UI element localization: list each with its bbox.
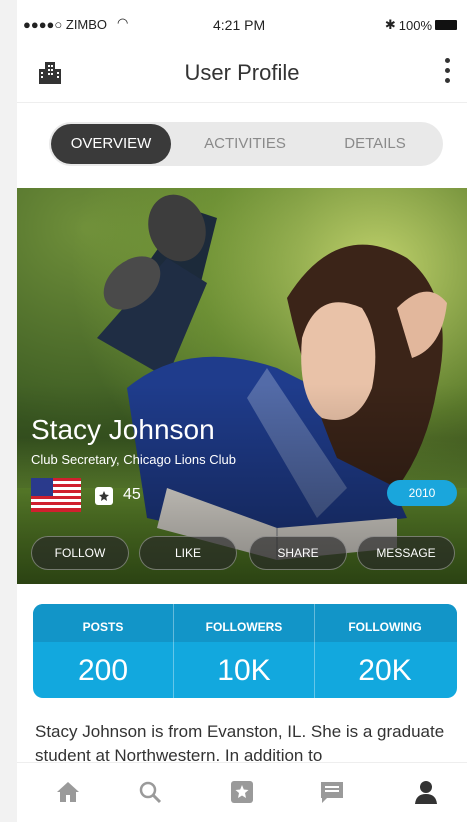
badge-icon bbox=[95, 487, 113, 505]
profile-cover-photo: Stacy Johnson Club Secretary, Chicago Li… bbox=[17, 188, 467, 584]
stat-label: POSTS bbox=[82, 620, 124, 634]
tab-overview[interactable]: OVERVIEW bbox=[51, 124, 171, 164]
stat-value: 200 bbox=[77, 654, 129, 687]
us-flag-icon bbox=[31, 478, 81, 512]
badge-tab-icon[interactable] bbox=[229, 779, 255, 805]
navigation-bar: User Profile bbox=[17, 44, 467, 103]
like-button[interactable]: LIKE bbox=[139, 536, 237, 570]
home-icon[interactable] bbox=[55, 779, 81, 805]
profile-stats: POSTS 200 FOLLOWERS 10K FOLLOWING 20K bbox=[33, 604, 457, 698]
stat-followers[interactable]: FOLLOWERS 10K bbox=[174, 604, 315, 698]
profile-name: Stacy Johnson bbox=[31, 414, 215, 445]
phone-screen: ●●●●○ ZIMBO ◠ 4:21 PM ✱ 100% User Profil… bbox=[17, 0, 467, 822]
bluetooth-icon: ✱ bbox=[384, 17, 396, 32]
follow-button[interactable]: FOLLOW bbox=[31, 536, 129, 570]
page-title: User Profile bbox=[184, 60, 300, 85]
badge-count: 45 bbox=[123, 486, 141, 503]
message-button[interactable]: MESSAGE bbox=[357, 536, 455, 570]
share-button[interactable]: SHARE bbox=[249, 536, 347, 570]
bottom-tab-bar bbox=[17, 762, 467, 822]
battery-icon bbox=[435, 20, 457, 30]
stat-value: 10K bbox=[217, 654, 271, 687]
clock: 4:21 PM bbox=[213, 17, 266, 33]
stat-label: FOLLOWERS bbox=[205, 620, 283, 634]
chat-icon[interactable] bbox=[319, 779, 345, 805]
search-icon[interactable] bbox=[137, 779, 163, 805]
profile-bio: Stacy Johnson is from Evanston, IL. She … bbox=[35, 722, 445, 764]
member-year-badge: 2010 bbox=[387, 480, 457, 506]
battery-status: ✱ 100% bbox=[385, 17, 457, 33]
battery-label: 100% bbox=[398, 17, 432, 33]
carrier-label: ●●●●○ ZIMBO bbox=[23, 17, 108, 32]
stat-posts[interactable]: POSTS 200 bbox=[33, 604, 174, 698]
stat-following[interactable]: FOLLOWING 20K bbox=[315, 604, 455, 698]
segmented-tabs: OVERVIEW ACTIVITIES DETAILS bbox=[49, 122, 443, 166]
more-options-icon[interactable] bbox=[443, 58, 451, 83]
profile-subtitle: Club Secretary, Chicago Lions Club bbox=[31, 452, 236, 467]
tab-details[interactable]: DETAILS bbox=[315, 122, 435, 166]
tab-activities[interactable]: ACTIVITIES bbox=[185, 122, 305, 166]
wifi-icon: ◠ bbox=[117, 15, 129, 30]
person-icon[interactable] bbox=[413, 779, 439, 805]
stat-value: 20K bbox=[358, 654, 412, 687]
stat-label: FOLLOWING bbox=[348, 620, 422, 634]
status-bar: ●●●●○ ZIMBO ◠ 4:21 PM ✱ 100% bbox=[17, 0, 467, 44]
